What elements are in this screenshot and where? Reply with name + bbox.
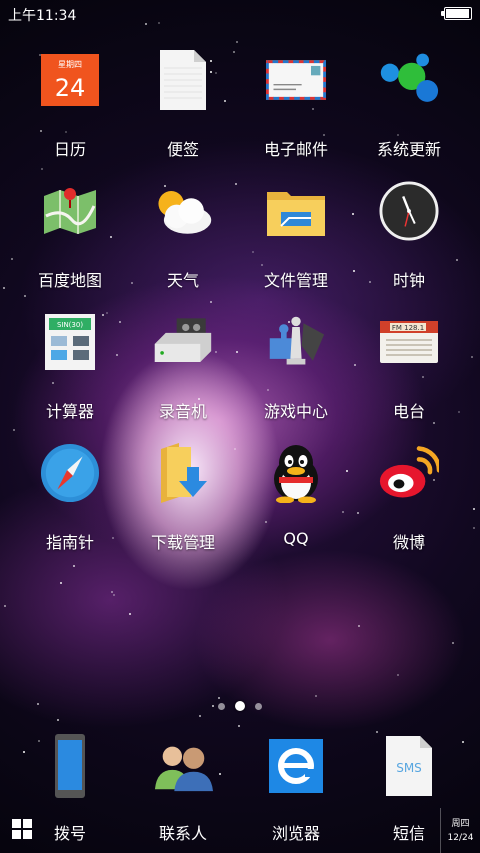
- status-bar: 上午11:34: [0, 0, 480, 28]
- status-time: 上午11:34: [8, 8, 77, 24]
- clock-icon: [379, 181, 439, 241]
- game-center-icon: [266, 312, 326, 372]
- app-radio[interactable]: FM 128.1 电台: [349, 312, 469, 432]
- app-system-update[interactable]: 系统更新: [349, 50, 469, 170]
- compass-icon: [40, 443, 100, 503]
- app-recorder[interactable]: 录音机: [123, 312, 243, 432]
- dock-label-contacts[interactable]: 联系人: [123, 820, 243, 844]
- calendar-icon: 星期四 24: [40, 50, 100, 110]
- app-game-center[interactable]: 游戏中心: [236, 312, 356, 432]
- dock-label-browser[interactable]: 浏览器: [236, 820, 356, 844]
- svg-text:SMS: SMS: [396, 761, 422, 775]
- app-calculator[interactable]: SIN(30) 计算器: [10, 312, 130, 432]
- app-label: 计算器: [45, 402, 94, 421]
- recorder-icon: [153, 312, 213, 372]
- file-manager-icon: [266, 181, 326, 241]
- battery-icon: [441, 7, 472, 20]
- page-dot[interactable]: [218, 702, 225, 710]
- app-label: 百度地图: [37, 271, 102, 290]
- app-clock[interactable]: 时钟: [349, 181, 469, 301]
- baidu-map-icon: [40, 181, 100, 241]
- app-weibo[interactable]: 微博: [349, 443, 469, 563]
- app-label: QQ: [283, 529, 309, 548]
- dock-phone[interactable]: [10, 730, 130, 810]
- calculator-icon: SIN(30): [40, 312, 100, 372]
- taskbar: 拨号 联系人 浏览器 短信 周四 12/24: [0, 808, 480, 853]
- app-label: 天气: [166, 271, 199, 290]
- app-label: 便签: [166, 140, 199, 159]
- app-weather[interactable]: 天气: [123, 181, 243, 301]
- app-label: 电子邮件: [263, 140, 328, 159]
- browser-icon: [266, 736, 326, 796]
- radio-icon: FM 128.1: [379, 312, 439, 372]
- app-label: 日历: [53, 140, 86, 159]
- svg-text:24: 24: [55, 74, 86, 102]
- app-compass[interactable]: 指南针: [10, 443, 130, 563]
- app-label: 文件管理: [263, 271, 328, 290]
- taskbar-clock[interactable]: 周四 12/24: [440, 808, 480, 853]
- app-label: 录音机: [158, 402, 207, 421]
- app-label: 游戏中心: [263, 402, 328, 421]
- app-label: 指南针: [45, 533, 94, 552]
- page-indicator[interactable]: [0, 700, 480, 712]
- app-file-manager[interactable]: 文件管理: [236, 181, 356, 301]
- app-label: 系统更新: [376, 140, 441, 159]
- contacts-icon: [153, 736, 213, 796]
- svg-text:星期四: 星期四: [58, 60, 82, 69]
- app-label: 时钟: [392, 271, 425, 290]
- qq-icon: [266, 443, 326, 503]
- weather-icon: [153, 181, 213, 241]
- sms-icon: SMS: [379, 736, 439, 796]
- dock-sms[interactable]: SMS: [349, 730, 469, 810]
- taskbar-weekday: 周四: [451, 819, 470, 829]
- dock-label-phone[interactable]: 拨号: [10, 820, 130, 844]
- app-notes[interactable]: 便签: [123, 50, 243, 170]
- app-email[interactable]: 电子邮件: [236, 50, 356, 170]
- dock-contacts[interactable]: [123, 730, 243, 810]
- page-dot[interactable]: [255, 702, 262, 710]
- app-label: 电台: [392, 402, 425, 421]
- app-label: 微博: [392, 533, 425, 552]
- taskbar-date: 12/24: [447, 833, 474, 843]
- app-download-manager[interactable]: 下载管理: [123, 443, 243, 563]
- download-manager-icon: [153, 443, 213, 503]
- weibo-icon: [379, 443, 439, 503]
- app-qq[interactable]: QQ: [236, 443, 356, 563]
- phone-icon: [40, 734, 100, 798]
- dock-browser[interactable]: [236, 730, 356, 810]
- dock: SMS: [0, 730, 480, 810]
- app-calendar[interactable]: 星期四 24 日历: [10, 50, 130, 170]
- app-baidu-map[interactable]: 百度地图: [10, 181, 130, 301]
- page-dot-active[interactable]: [235, 701, 245, 711]
- email-icon: [266, 50, 326, 110]
- svg-text:FM 128.1: FM 128.1: [392, 324, 424, 332]
- notes-icon: [153, 50, 213, 110]
- app-label: 下载管理: [150, 533, 215, 552]
- system-update-icon: [379, 50, 439, 110]
- svg-text:SIN(30): SIN(30): [57, 321, 83, 329]
